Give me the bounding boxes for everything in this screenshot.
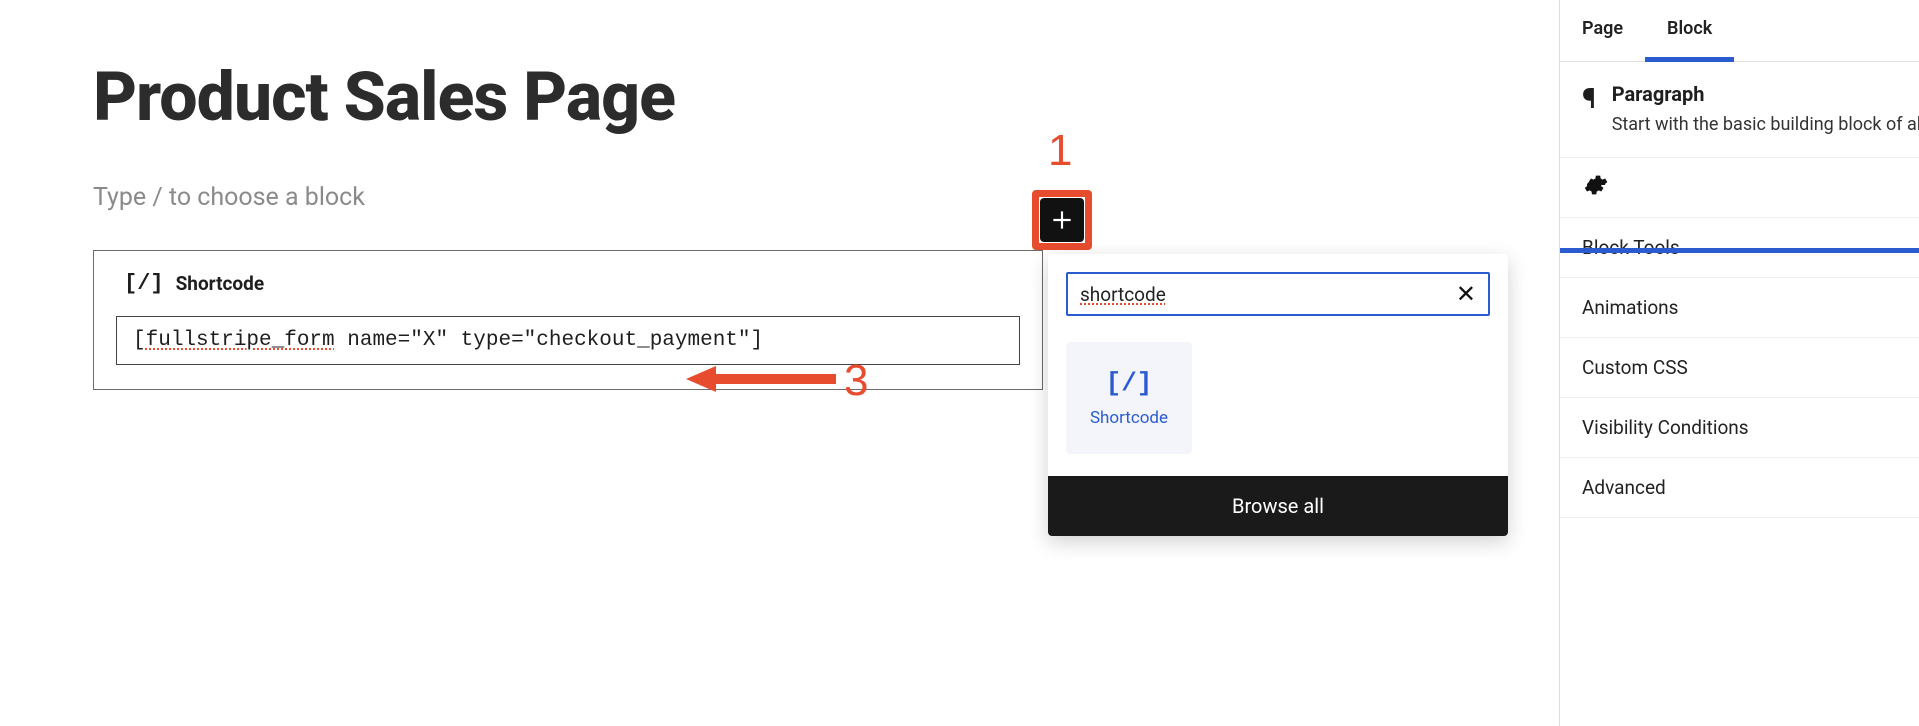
shortcode-block: [/] Shortcode [fullstripe_form name="X" … (93, 250, 1043, 390)
clear-search-icon[interactable]: ✕ (1456, 282, 1476, 306)
tab-block[interactable]: Block (1645, 0, 1734, 61)
block-placeholder[interactable]: Type / to choose a block (93, 183, 1100, 212)
browse-all-button[interactable]: Browse all (1048, 476, 1508, 536)
block-type-desc: Start with the basic building block of a… (1612, 112, 1919, 137)
add-block-button[interactable] (1040, 198, 1084, 242)
annotation-3: 3 (844, 356, 868, 406)
shortcode-input[interactable]: [fullstripe_form name="X" type="checkout… (116, 316, 1020, 365)
shortcode-block-label: Shortcode (176, 272, 265, 295)
annotation-arrow-3 (686, 366, 836, 392)
annotation-highlight-1 (1032, 190, 1092, 250)
block-inserter-popover: shortcode ✕ [/] Shortcode Browse all (1048, 254, 1508, 536)
sidebar-section-animations[interactable]: Animations (1560, 278, 1919, 338)
tab-page[interactable]: Page (1560, 0, 1645, 61)
block-type-title: Paragraph (1612, 82, 1919, 106)
paragraph-icon: ¶ (1582, 82, 1596, 115)
page-title[interactable]: Product Sales Page (93, 60, 1100, 135)
sidebar-section-custom-css[interactable]: Custom CSS (1560, 338, 1919, 398)
gear-icon (1582, 172, 1608, 198)
shortcode-icon: [/] (124, 271, 164, 296)
block-search-input[interactable]: shortcode ✕ (1066, 272, 1490, 316)
plus-icon (1049, 207, 1075, 233)
sidebar-section-visibility[interactable]: Visibility Conditions (1560, 398, 1919, 458)
shortcode-icon: [/] (1106, 368, 1153, 398)
settings-sidebar: Page Block ¶ Paragraph Start with the ba… (1559, 0, 1919, 726)
annotation-1: 1 (1048, 126, 1072, 176)
inserter-result-label: Shortcode (1090, 408, 1168, 428)
sidebar-section-indicator (1560, 248, 1919, 253)
inserter-result-shortcode[interactable]: [/] Shortcode (1066, 342, 1192, 454)
block-settings-row[interactable] (1560, 158, 1919, 218)
sidebar-section-advanced[interactable]: Advanced (1560, 458, 1919, 518)
